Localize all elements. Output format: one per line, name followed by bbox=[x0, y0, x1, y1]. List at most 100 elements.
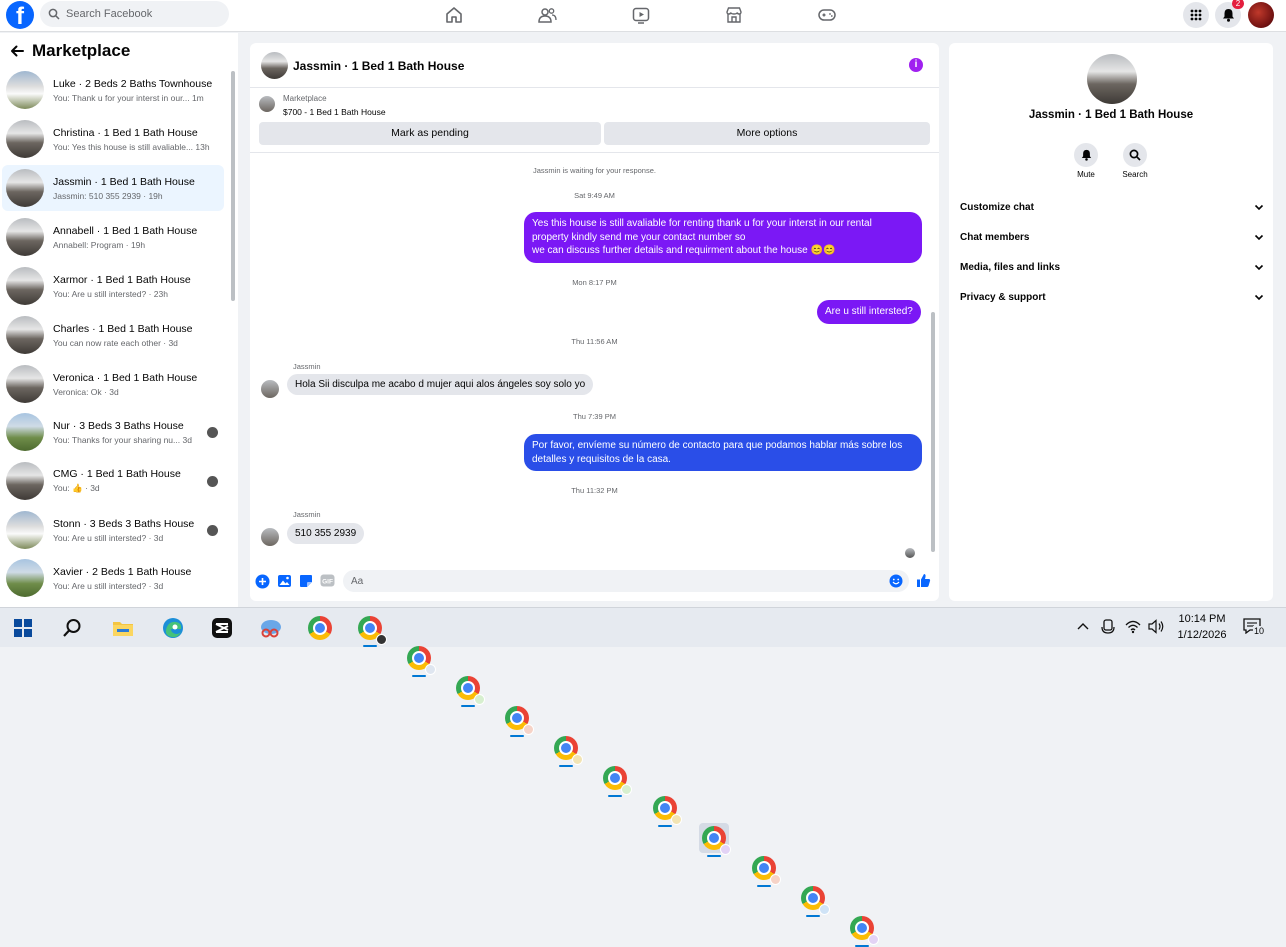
chevron-up-icon[interactable] bbox=[1077, 622, 1089, 630]
emoji-icon[interactable] bbox=[889, 574, 903, 588]
incoming-message[interactable]: 510 355 2939 bbox=[287, 523, 365, 544]
outgoing-message[interactable]: Are u still intersted? bbox=[817, 300, 921, 324]
conversation-item[interactable]: Veronica · 1 Bed 1 Bath House Veronica: … bbox=[2, 361, 224, 407]
facebook-logo[interactable]: f bbox=[6, 1, 34, 29]
watch-video-icon[interactable] bbox=[631, 5, 651, 25]
info-icon[interactable]: i bbox=[909, 58, 923, 72]
profile-avatar-icon bbox=[868, 934, 879, 945]
chrome-profile-button-focused[interactable] bbox=[699, 823, 731, 857]
sender-avatar[interactable] bbox=[261, 380, 279, 398]
marketplace-listing-bar: Marketplace $700 - 1 Bed 1 Bath House Ma… bbox=[250, 89, 939, 153]
chrome-profile-button[interactable] bbox=[798, 883, 830, 917]
conversation-preview: Jassmin: 510 355 2939 · 19h bbox=[53, 190, 163, 201]
conversation-item[interactable]: Xarmor · 1 Bed 1 Bath House You: Are u s… bbox=[2, 263, 224, 309]
meet-now-icon[interactable] bbox=[1101, 619, 1115, 635]
customize-chat-row[interactable]: Customize chat bbox=[960, 197, 1264, 217]
notification-center-button[interactable]: 10 bbox=[1243, 618, 1269, 638]
conversation-item[interactable]: Nur · 3 Beds 3 Baths House You: Thanks f… bbox=[2, 409, 224, 455]
conversation-text: Veronica · 1 Bed 1 Bath House Veronica: … bbox=[53, 372, 215, 397]
conversation-item-active[interactable]: Jassmin · 1 Bed 1 Bath House Jassmin: 51… bbox=[2, 165, 224, 211]
conversation-text: Xavier · 2 Beds 1 Bath House You: Are u … bbox=[53, 566, 215, 591]
conversation-preview: You: Are u still intersted? · 3d bbox=[53, 580, 164, 591]
wifi-icon[interactable] bbox=[1125, 619, 1141, 634]
chat-members-row[interactable]: Chat members bbox=[960, 227, 1264, 247]
chrome-profile-button[interactable] bbox=[650, 793, 682, 827]
chrome-profile-button[interactable] bbox=[600, 763, 632, 797]
chat-header: Jassmin · 1 Bed 1 Bath House i bbox=[250, 43, 939, 88]
outgoing-message[interactable]: Yes this house is still avaliable for re… bbox=[524, 212, 922, 263]
message-input[interactable] bbox=[343, 570, 909, 592]
avatar[interactable] bbox=[261, 52, 288, 79]
avatar[interactable] bbox=[1087, 54, 1137, 104]
conversation-name: Veronica · 1 Bed 1 Bath House bbox=[53, 371, 198, 384]
conversation-item[interactable]: Xavier · 2 Beds 1 Bath House You: Are u … bbox=[2, 555, 224, 601]
listing-price[interactable]: $700 - 1 Bed 1 Bath House bbox=[283, 107, 386, 117]
conversation-item[interactable]: Luke · 2 Beds 2 Baths Townhouse You: Tha… bbox=[2, 67, 224, 113]
grid-icon bbox=[1190, 9, 1202, 21]
outgoing-message[interactable]: Por favor, envíeme su número de contacto… bbox=[524, 434, 922, 471]
gif-icon[interactable]: GIF bbox=[320, 574, 335, 587]
chrome-profile-button[interactable] bbox=[355, 613, 387, 647]
home-icon[interactable] bbox=[444, 5, 464, 25]
search-icon bbox=[63, 619, 81, 637]
chrome-profile-button[interactable] bbox=[551, 733, 583, 767]
chat-title[interactable]: Jassmin · 1 Bed 1 Bath House bbox=[293, 59, 464, 73]
marketplace-label: Marketplace bbox=[283, 94, 327, 103]
conversation-item[interactable]: Stonn · 3 Beds 3 Baths House You: Are u … bbox=[2, 507, 224, 553]
chrome-profile-button[interactable] bbox=[453, 673, 485, 707]
thumbs-up-icon[interactable] bbox=[916, 573, 931, 588]
notification-count: 10 bbox=[1253, 626, 1266, 636]
snipping-tool-button[interactable] bbox=[256, 613, 286, 643]
menu-grid-button[interactable] bbox=[1183, 2, 1209, 28]
marketplace-icon[interactable] bbox=[724, 5, 744, 25]
sidebar-header: Marketplace bbox=[10, 41, 130, 61]
chrome-profile-button[interactable] bbox=[404, 643, 436, 677]
sticker-icon[interactable] bbox=[299, 574, 313, 588]
file-explorer-button[interactable] bbox=[108, 613, 138, 643]
sidebar-title: Marketplace bbox=[32, 41, 131, 60]
volume-icon[interactable] bbox=[1148, 619, 1165, 634]
listing-thumbnail[interactable] bbox=[259, 96, 275, 112]
privacy-support-row[interactable]: Privacy & support bbox=[960, 287, 1264, 307]
conversation-item[interactable]: Charles · 1 Bed 1 Bath House You can now… bbox=[2, 312, 224, 358]
mark-as-pending-button[interactable]: Mark as pending bbox=[259, 122, 601, 145]
system-clock[interactable]: 10:14 PM 1/12/2026 bbox=[1170, 611, 1234, 643]
back-arrow-icon[interactable] bbox=[10, 45, 24, 57]
section-label: Media, files and links bbox=[960, 261, 1061, 273]
conversation-item[interactable]: Christina · 1 Bed 1 Bath House You: Yes … bbox=[2, 116, 224, 162]
search-box[interactable]: Search Facebook bbox=[40, 1, 229, 27]
more-options-button[interactable]: More options bbox=[604, 122, 930, 145]
gaming-icon[interactable] bbox=[817, 5, 837, 25]
taskbar-search-button[interactable] bbox=[57, 613, 87, 643]
start-button[interactable] bbox=[8, 613, 38, 643]
profile-avatar[interactable] bbox=[1248, 2, 1274, 28]
sender-avatar[interactable] bbox=[261, 528, 279, 546]
chrome-profile-button[interactable] bbox=[502, 703, 534, 737]
mute-button[interactable] bbox=[1074, 143, 1098, 167]
plus-circle-icon[interactable] bbox=[255, 574, 270, 589]
sender-name: Jassmin bbox=[293, 362, 321, 371]
chevron-down-icon bbox=[1254, 204, 1264, 210]
sidebar-scrollbar[interactable] bbox=[231, 71, 235, 301]
chrome-profile-button[interactable] bbox=[847, 913, 879, 947]
incoming-message[interactable]: Hola Sii disculpa me acabo d mujer aqui … bbox=[287, 374, 594, 395]
message-line: detalles y requisitos de la casa. bbox=[532, 453, 671, 465]
conversation-item[interactable]: CMG · 1 Bed 1 Bath House You: 👍 · 3d bbox=[2, 458, 224, 504]
conversation-item[interactable]: Annabell · 1 Bed 1 Bath House Annabell: … bbox=[2, 214, 224, 260]
chrome-profile-button[interactable] bbox=[749, 853, 781, 887]
chrome-button[interactable] bbox=[305, 613, 335, 643]
capcut-button[interactable] bbox=[207, 613, 237, 643]
friends-icon[interactable] bbox=[537, 5, 557, 25]
photo-icon[interactable] bbox=[277, 574, 292, 588]
conversation-text: Jassmin · 1 Bed 1 Bath House Jassmin: 51… bbox=[53, 176, 215, 201]
section-label: Chat members bbox=[960, 231, 1030, 243]
search-icon bbox=[1129, 149, 1141, 161]
chat-scrollbar[interactable] bbox=[931, 312, 935, 552]
preview-text: You: Thank u for your interst in our... bbox=[53, 92, 190, 103]
search-in-chat-button[interactable] bbox=[1123, 143, 1147, 167]
profile-avatar-icon bbox=[819, 904, 830, 915]
profile-avatar-icon bbox=[425, 664, 436, 675]
message-composer: GIF bbox=[250, 567, 939, 597]
edge-browser-button[interactable] bbox=[158, 613, 188, 643]
media-files-links-row[interactable]: Media, files and links bbox=[960, 257, 1264, 277]
